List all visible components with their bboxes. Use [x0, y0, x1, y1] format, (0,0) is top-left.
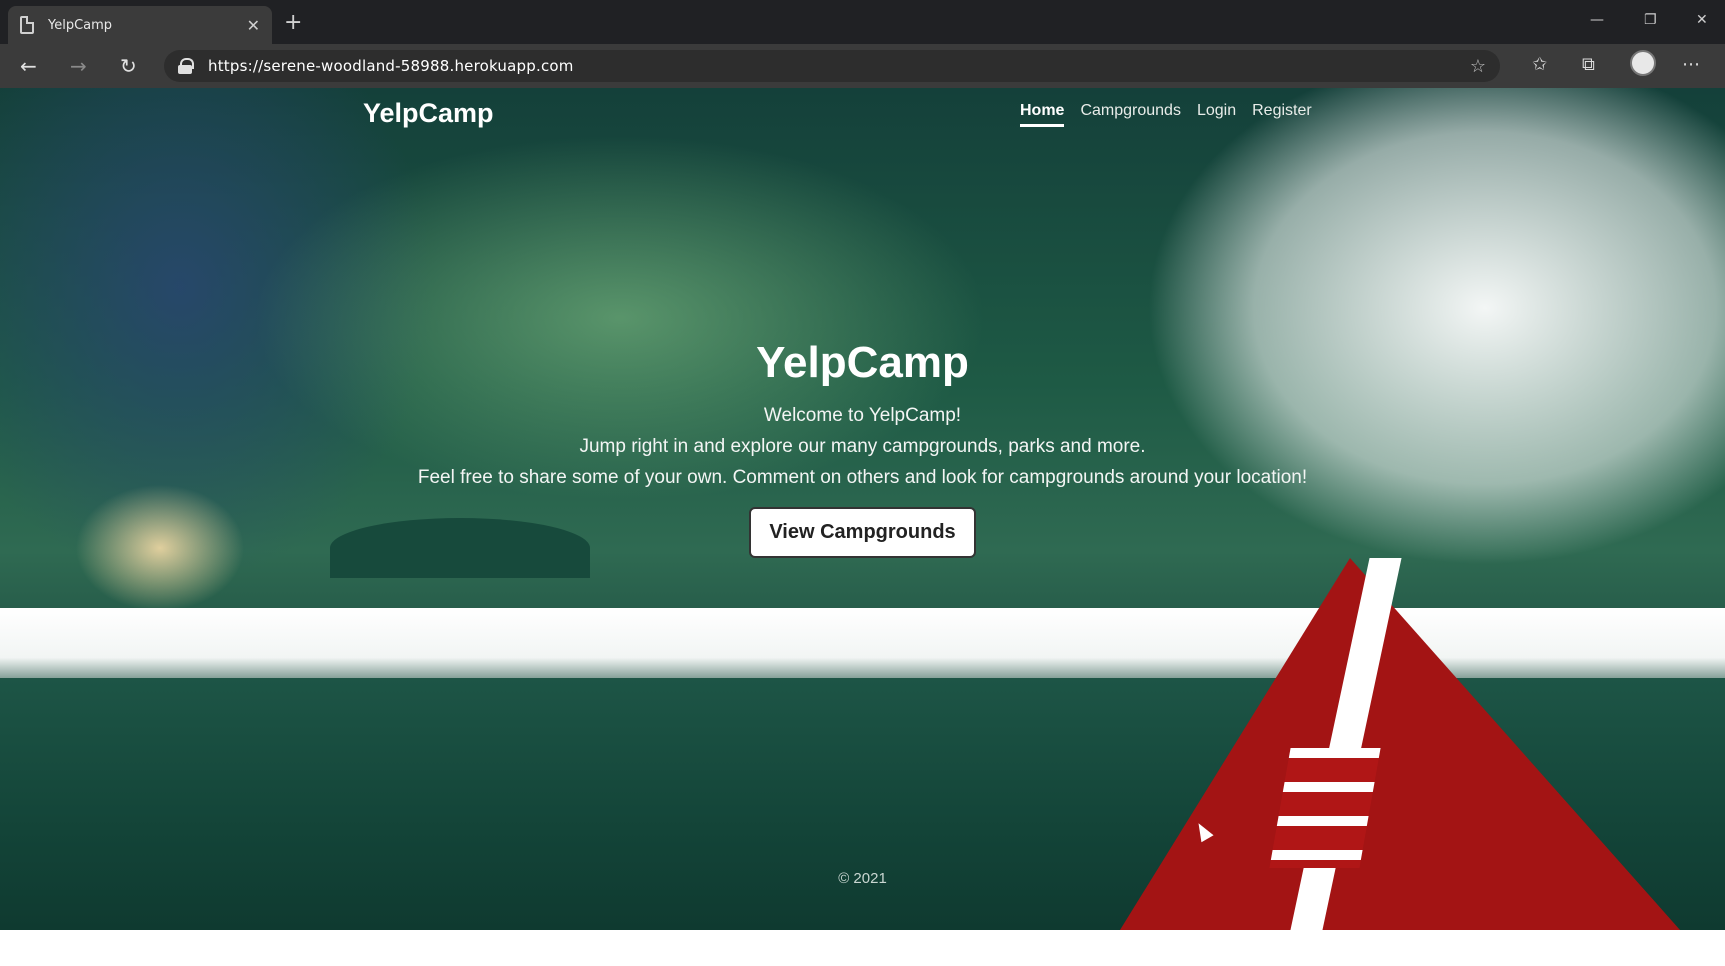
page-icon — [20, 16, 34, 34]
site-nav: Home Campgrounds Login Register — [1020, 102, 1312, 127]
page-viewport: YelpCamp Home Campgrounds Login Register… — [0, 88, 1725, 930]
hero-lead: Welcome to YelpCamp! Jump right in and e… — [393, 400, 1333, 493]
more-icon[interactable]: ⋯ — [1682, 54, 1700, 75]
nav-link-home[interactable]: Home — [1020, 102, 1065, 127]
tab-close-icon[interactable]: ✕ — [247, 16, 260, 35]
nav-link-login[interactable]: Login — [1197, 102, 1236, 127]
nav-link-register[interactable]: Register — [1252, 102, 1312, 127]
collections-icon[interactable]: ⧉ — [1582, 54, 1595, 75]
new-tab-icon[interactable]: + — [284, 10, 302, 35]
close-window-icon[interactable]: ✕ — [1696, 12, 1708, 28]
address-bar[interactable]: https://serene-woodland-58988.herokuapp.… — [164, 50, 1500, 82]
star-icon[interactable]: ☆ — [1470, 56, 1486, 77]
favorites-icon[interactable]: ✩ — [1532, 54, 1547, 75]
browser-toolbar: ← → ↻ https://serene-woodland-58988.hero… — [0, 44, 1725, 88]
forward-icon[interactable]: → — [70, 54, 87, 78]
url-text[interactable]: https://serene-woodland-58988.herokuapp.… — [208, 57, 1470, 75]
lock-icon[interactable] — [178, 58, 194, 74]
hero-line-share: Feel free to share some of your own. Com… — [417, 467, 1308, 488]
minimize-icon[interactable]: — — [1590, 12, 1604, 28]
site-brand[interactable]: YelpCamp — [363, 98, 494, 129]
hero-line-welcome: Welcome to YelpCamp! — [763, 405, 962, 426]
view-campgrounds-button[interactable]: View Campgrounds — [749, 507, 976, 558]
tab-title: YelpCamp — [48, 17, 113, 33]
hero-line-explore: Jump right in and explore our many campg… — [579, 436, 1146, 457]
browser-tab[interactable]: YelpCamp ✕ — [8, 6, 272, 44]
refresh-icon[interactable]: ↻ — [120, 54, 137, 78]
profile-icon[interactable] — [1630, 50, 1656, 76]
back-icon[interactable]: ← — [20, 54, 37, 78]
maximize-icon[interactable]: ❐ — [1644, 12, 1657, 28]
page-footer: © 2021 — [838, 870, 887, 887]
hero-section: YelpCamp Welcome to YelpCamp! Jump right… — [0, 338, 1725, 558]
hero-title: YelpCamp — [756, 338, 969, 387]
browser-titlebar: YelpCamp ✕ + — ❐ ✕ — [0, 0, 1725, 44]
nav-link-campgrounds[interactable]: Campgrounds — [1080, 102, 1181, 127]
